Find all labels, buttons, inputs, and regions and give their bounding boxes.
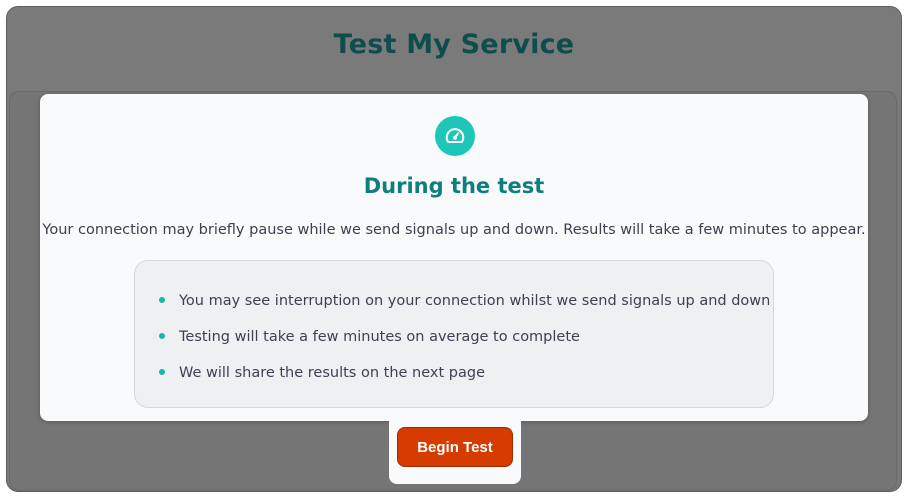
bullet-dot-icon: [159, 369, 165, 375]
modal-heading: During the test: [363, 174, 545, 198]
modal-description: Your connection may briefly pause while …: [42, 222, 866, 238]
info-list-box: You may see interruption on your connect…: [134, 260, 774, 408]
info-list: You may see interruption on your connect…: [159, 287, 770, 395]
page-title: Test My Service: [333, 29, 575, 60]
list-item: You may see interruption on your connect…: [159, 287, 770, 323]
bullet-dot-icon: [159, 297, 165, 303]
list-item: We will share the results on the next pa…: [159, 359, 770, 395]
button-container: Begin Test: [389, 414, 521, 484]
begin-test-button[interactable]: Begin Test: [397, 427, 513, 467]
test-info-modal: During the test Your connection may brie…: [40, 94, 868, 421]
bullet-dot-icon: [159, 333, 165, 339]
list-item-text: You may see interruption on your connect…: [179, 293, 771, 309]
list-item: Testing will take a few minutes on avera…: [159, 323, 770, 359]
list-item-text: Testing will take a few minutes on avera…: [179, 329, 580, 345]
speedometer-icon: [435, 116, 475, 156]
list-item-text: We will share the results on the next pa…: [179, 365, 485, 381]
app-window: Test My Service During the test Your con…: [6, 6, 902, 492]
